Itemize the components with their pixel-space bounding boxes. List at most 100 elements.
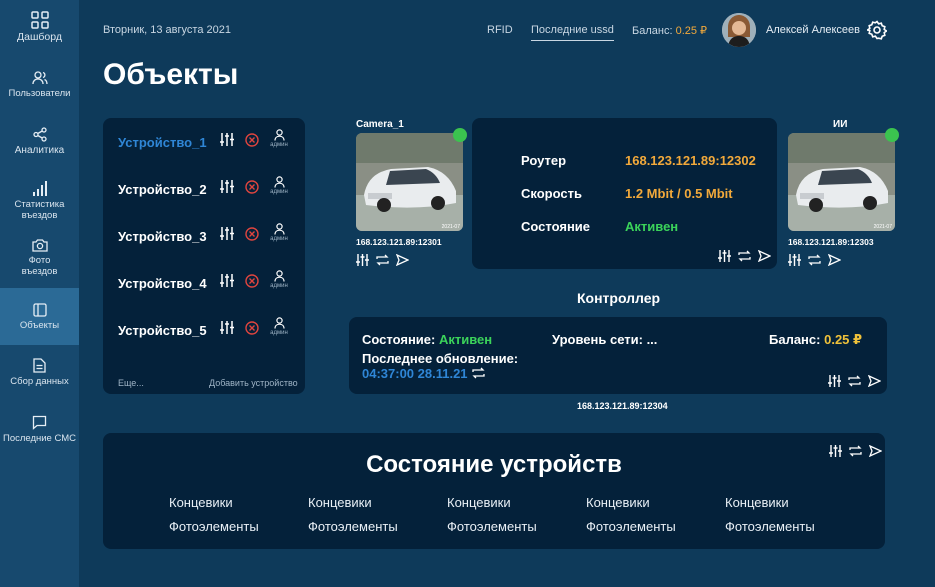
delete-icon[interactable]	[245, 321, 259, 335]
sidebar-item-entry-photos[interactable]: Фото въездов	[0, 238, 79, 280]
camera-right-title: ИИ	[833, 119, 848, 130]
router-state-value: Активен	[625, 219, 679, 234]
router-panel: Роутер 168.123.121.89:12302 Скорость 1.2…	[472, 118, 777, 269]
user-name[interactable]: Алексей Алексеев	[766, 24, 860, 36]
delete-icon[interactable]	[245, 227, 259, 241]
role-label: админ	[270, 283, 288, 289]
photocell-label: Фотоэлементы	[586, 519, 676, 534]
sliders-icon[interactable]	[220, 133, 234, 146]
sidebar-item-dashboard[interactable]: Дашборд	[0, 11, 79, 51]
sidebar-item-entry-stats[interactable]: Статистика въездов	[0, 181, 79, 223]
gear-icon[interactable]	[867, 20, 887, 40]
balance-value: 0.25 ₽	[675, 25, 708, 37]
sliders-icon[interactable]	[828, 375, 841, 387]
camera-left-ip: 168.123.121.89:12301	[356, 237, 442, 247]
photocell-label: Фотоэлементы	[308, 519, 398, 534]
network-level: Уровень сети: ...	[552, 332, 658, 347]
device-name[interactable]: Устройство_2	[118, 182, 207, 197]
sliders-icon[interactable]	[220, 227, 234, 240]
camera-left-title: Camera_1	[356, 119, 404, 130]
sliders-icon[interactable]	[220, 274, 234, 287]
camera-left-status-dot	[453, 128, 467, 142]
device-name[interactable]: Устройство_1	[118, 135, 207, 150]
device-row[interactable]: Устройство_2 админ	[118, 176, 293, 206]
last-update-label: Последнее обновление:	[362, 351, 519, 366]
send-icon[interactable]	[396, 254, 409, 266]
sliders-icon[interactable]	[788, 254, 801, 266]
role-badge: админ	[267, 223, 291, 242]
send-icon[interactable]	[828, 254, 841, 266]
role-badge: админ	[267, 176, 291, 195]
sync-icon[interactable]	[376, 254, 389, 266]
router-value: 168.123.121.89:12302	[625, 153, 756, 168]
header-balance: Баланс: 0.25 ₽	[632, 24, 707, 37]
controller-state-label: Состояние:	[362, 332, 436, 347]
role-label: админ	[270, 142, 288, 148]
sliders-icon[interactable]	[356, 254, 369, 266]
sliders-icon[interactable]	[220, 321, 234, 334]
device-name[interactable]: Устройство_4	[118, 276, 207, 291]
user-icon	[273, 176, 285, 188]
device-row[interactable]: Устройство_3 админ	[118, 223, 293, 253]
device-row[interactable]: Устройство_5 админ	[118, 317, 293, 347]
bar-chart-icon	[32, 181, 47, 196]
send-icon[interactable]	[868, 375, 881, 387]
delete-icon[interactable]	[245, 133, 259, 147]
sidebar-item-label-line2: въездов	[21, 210, 58, 221]
role-badge: админ	[267, 270, 291, 289]
sidebar-item-label: Пользователи	[8, 88, 71, 99]
sidebar-item-objects[interactable]: Объекты	[0, 288, 79, 345]
device-name[interactable]: Устройство_5	[118, 323, 207, 338]
camera-right-image[interactable]: 2021-07	[788, 133, 895, 231]
sync-icon[interactable]	[848, 375, 861, 387]
sliders-icon[interactable]	[718, 250, 731, 262]
router-state-label: Состояние	[521, 219, 591, 234]
sync-icon[interactable]	[738, 250, 751, 262]
document-icon	[33, 358, 46, 373]
camera-left-toolbar	[356, 254, 409, 266]
camera-timestamp: 2021-07	[441, 224, 460, 230]
sidebar-item-label: Последние СМС	[2, 433, 77, 444]
sidebar-item-analytics[interactable]: Аналитика	[0, 127, 79, 162]
rfid-link[interactable]: RFID	[487, 24, 513, 36]
photocell-label: Фотоэлементы	[447, 519, 537, 534]
controller-state: Состояние: Активен	[362, 332, 492, 347]
avatar[interactable]	[722, 13, 756, 47]
user-icon	[273, 129, 285, 141]
controller-toolbar	[828, 375, 881, 387]
page-title: Объекты	[103, 58, 239, 91]
camera-left-image[interactable]: 2021-07	[356, 133, 463, 231]
limit-switch-label: Концевики	[725, 495, 789, 510]
sidebar-item-label-line1: Статистика	[14, 199, 65, 210]
limit-switch-label: Концевики	[308, 495, 372, 510]
more-link[interactable]: Еще...	[118, 378, 144, 388]
user-icon	[273, 270, 285, 282]
send-icon[interactable]	[758, 250, 771, 262]
sidebar-item-label: Объекты	[19, 319, 60, 331]
sync-icon[interactable]	[472, 367, 485, 379]
controller-balance: Баланс: 0.25 ₽	[769, 332, 862, 348]
camera-right-status-dot	[885, 128, 899, 142]
sidebar: Дашборд Пользователи Аналитика Статистик…	[0, 0, 79, 587]
balance-label: Баланс:	[632, 25, 673, 37]
photocell-label: Фотоэлементы	[169, 519, 259, 534]
controller-title: Контроллер	[577, 290, 661, 306]
camera-icon	[31, 239, 48, 252]
delete-icon[interactable]	[245, 274, 259, 288]
sidebar-item-users[interactable]: Пользователи	[0, 71, 79, 106]
device-name[interactable]: Устройство_3	[118, 229, 207, 244]
users-icon	[31, 71, 48, 85]
device-row[interactable]: Устройство_1 админ	[118, 129, 293, 159]
device-state-title: Состояние устройств	[366, 451, 622, 478]
delete-icon[interactable]	[245, 180, 259, 194]
ussd-link[interactable]: Последние ussd	[531, 24, 614, 41]
limit-switch-label: Концевики	[447, 495, 511, 510]
sliders-icon[interactable]	[220, 180, 234, 193]
device-row[interactable]: Устройство_4 админ	[118, 270, 293, 300]
sidebar-item-data-collection[interactable]: Сбор данных	[0, 358, 79, 393]
add-device-link[interactable]: Добавить устройство	[209, 378, 298, 388]
sync-icon[interactable]	[808, 254, 821, 266]
controller-balance-value: 0.25 ₽	[824, 332, 863, 347]
sidebar-item-last-sms[interactable]: Последние СМС	[0, 415, 79, 450]
controller-state-value: Активен	[438, 332, 493, 347]
